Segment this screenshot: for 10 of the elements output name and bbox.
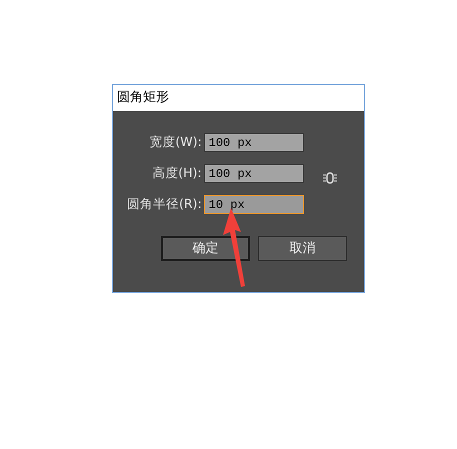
link-icon[interactable]	[322, 171, 338, 185]
window-title: 圆角矩形	[117, 89, 169, 108]
input-field[interactable]: 100 px	[204, 164, 304, 183]
field-label: 宽度(W):	[148, 133, 202, 152]
input-field[interactable]: 10 px	[204, 195, 304, 214]
dialog-button[interactable]: 取消	[258, 236, 347, 261]
input-field[interactable]: 100 px	[204, 133, 304, 152]
dialog-button[interactable]: 确定	[161, 236, 250, 261]
field-label: 高度(H):	[151, 164, 202, 182]
field-label: 圆角半径(R):	[127, 195, 202, 214]
